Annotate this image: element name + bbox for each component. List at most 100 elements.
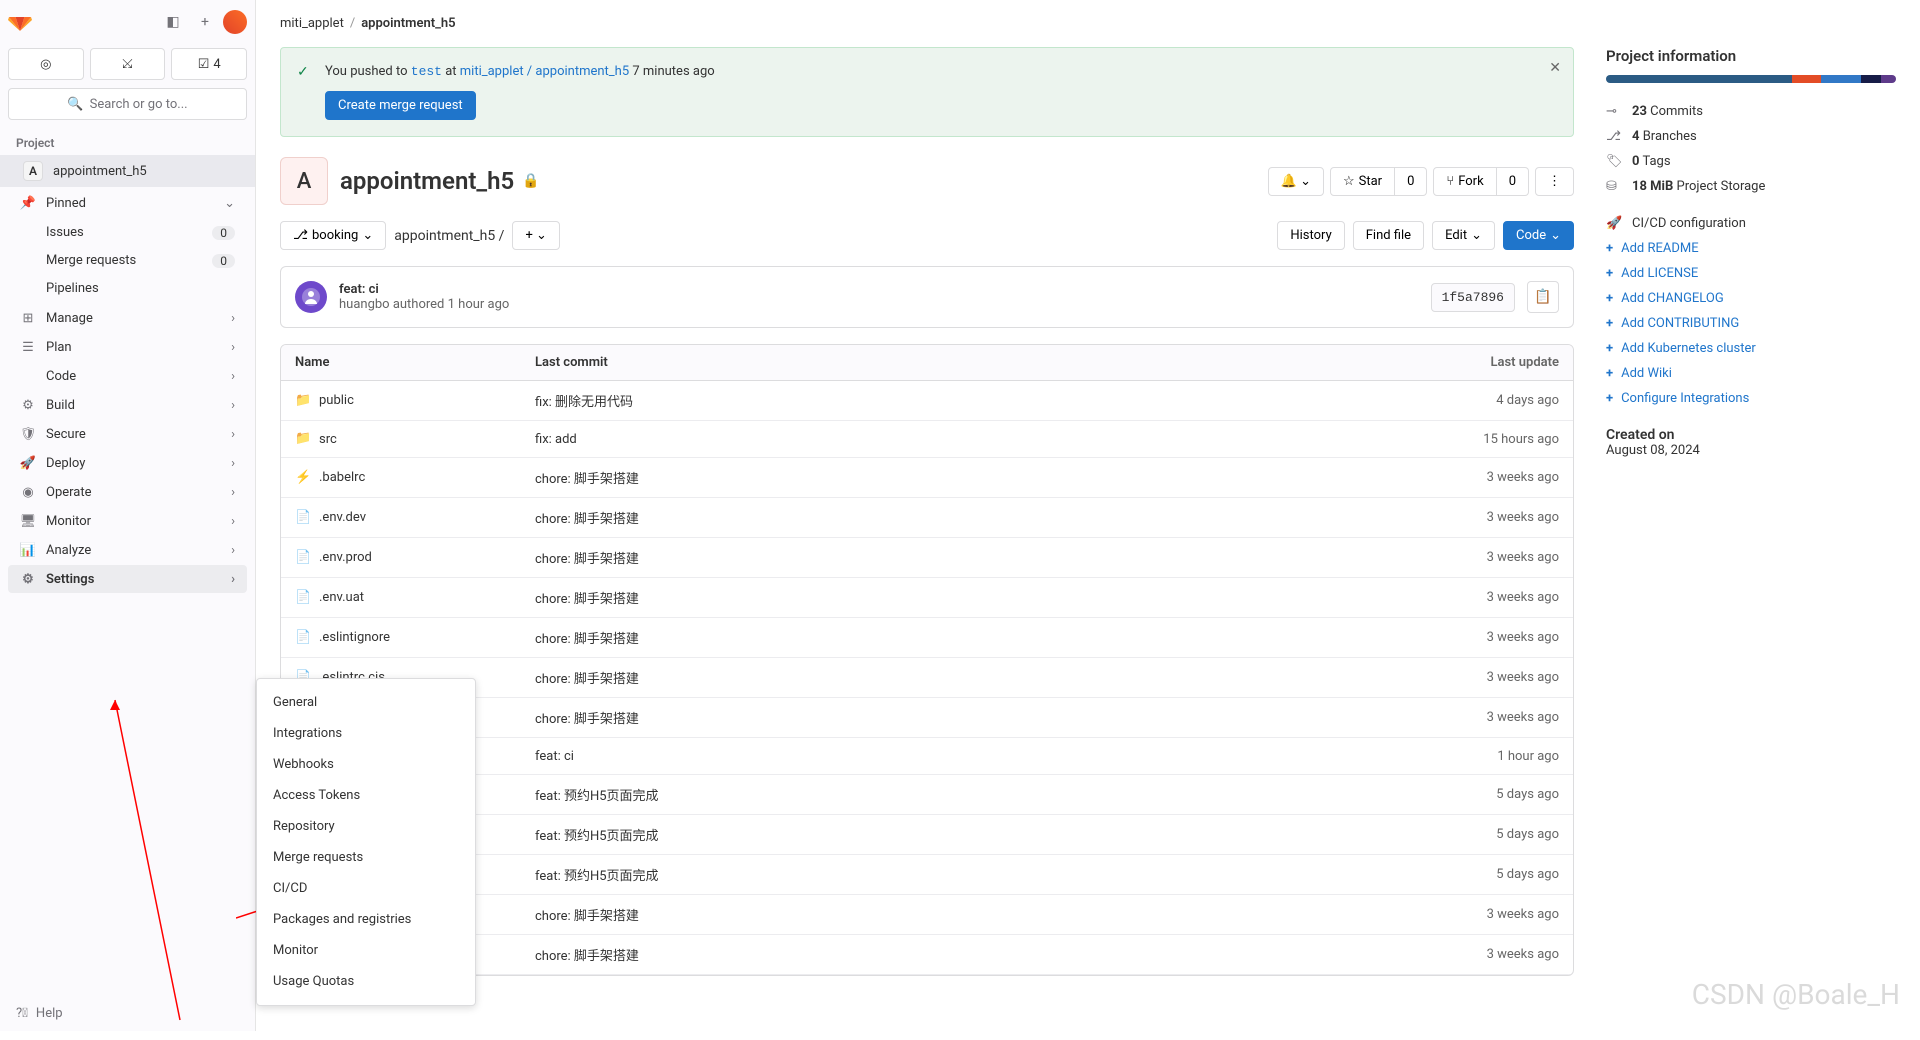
nav-item-plan[interactable]: ☰Plan›: [8, 333, 247, 361]
commit-author-avatar[interactable]: [295, 281, 327, 313]
create-new-icon[interactable]: +: [191, 8, 219, 36]
close-icon[interactable]: ✕: [1549, 60, 1561, 76]
file-commit[interactable]: chore: 脚手架搭建: [535, 945, 1439, 964]
todos-shortcut[interactable]: ☑ 4: [171, 48, 247, 80]
file-commit[interactable]: chore: 脚手架搭建: [535, 708, 1439, 727]
more-actions-button[interactable]: ⋮: [1535, 167, 1574, 196]
nav-item-secure[interactable]: 🛡Secure›: [8, 420, 247, 448]
file-name: .eslintignore: [319, 630, 390, 645]
file-row[interactable]: 📄.env.prodchore: 脚手架搭建3 weeks ago: [281, 538, 1573, 578]
branch-selector[interactable]: ⎇ booking ⌄: [280, 221, 386, 250]
nav-item-deploy[interactable]: 🚀Deploy›: [8, 449, 247, 477]
alert-text: You pushed to test at miti_applet / appo…: [325, 64, 1557, 79]
commits-link[interactable]: ⊸23 Commits: [1606, 99, 1896, 124]
gitlab-logo[interactable]: [8, 10, 32, 34]
pinned-item[interactable]: Issues0: [8, 219, 247, 246]
file-commit[interactable]: chore: 脚手架搭建: [535, 468, 1439, 487]
file-commit[interactable]: feat: ci: [535, 749, 1439, 764]
file-commit[interactable]: fix: add: [535, 432, 1439, 447]
submenu-item[interactable]: Webhooks: [257, 749, 475, 780]
add-link[interactable]: +Add Wiki: [1606, 361, 1896, 386]
submenu-item[interactable]: CI/CD: [257, 873, 475, 904]
search-input[interactable]: 🔍 Search or go to...: [8, 88, 247, 120]
fork-count[interactable]: 0: [1497, 167, 1529, 196]
file-commit[interactable]: chore: 脚手架搭建: [535, 668, 1439, 687]
file-row[interactable]: 📄.env.uatchore: 脚手架搭建3 weeks ago: [281, 578, 1573, 618]
issues-shortcut[interactable]: ◎: [8, 48, 84, 80]
pinned-header[interactable]: 📌 Pinned ⌄: [8, 189, 247, 217]
nav-item-build[interactable]: ⚙Build›: [8, 391, 247, 419]
fork-button[interactable]: ⑂ Fork: [1433, 167, 1496, 196]
submenu-item[interactable]: Access Tokens: [257, 780, 475, 811]
nav-item-monitor[interactable]: 🖥Monitor›: [8, 507, 247, 535]
star-button[interactable]: ☆ Star: [1330, 167, 1395, 196]
file-commit[interactable]: chore: 脚手架搭建: [535, 628, 1439, 647]
breadcrumb-current[interactable]: appointment_h5: [361, 16, 455, 31]
user-avatar[interactable]: [223, 10, 247, 34]
storage-info[interactable]: ⛁18 MiB Project Storage: [1606, 174, 1896, 199]
nav-icon: ⚙: [20, 397, 36, 413]
plus-icon: +: [1606, 391, 1613, 406]
file-commit[interactable]: fix: 删除无用代码: [535, 391, 1439, 410]
create-merge-request-button[interactable]: Create merge request: [325, 91, 476, 120]
file-commit[interactable]: chore: 脚手架搭建: [535, 508, 1439, 527]
submenu-item[interactable]: Monitor: [257, 935, 475, 966]
file-row[interactable]: 📄.env.devchore: 脚手架搭建3 weeks ago: [281, 498, 1573, 538]
alert-project-link[interactable]: miti_applet / appointment_h5: [460, 64, 629, 79]
merge-requests-shortcut[interactable]: ⤩: [90, 48, 166, 80]
sidebar-collapse-icon[interactable]: ◧: [159, 8, 187, 36]
submenu-item[interactable]: General: [257, 687, 475, 718]
nav-item-analyze[interactable]: 📊Analyze›: [8, 536, 247, 564]
tags-link[interactable]: 🏷0 Tags: [1606, 149, 1896, 174]
nav-label: Secure: [46, 427, 86, 442]
find-file-button[interactable]: Find file: [1353, 221, 1424, 250]
submenu-item[interactable]: Integrations: [257, 718, 475, 749]
add-link[interactable]: +Add CONTRIBUTING: [1606, 311, 1896, 336]
help-link[interactable]: ?⃝ Help: [0, 996, 255, 1031]
pinned-item[interactable]: Merge requests0: [8, 247, 247, 274]
code-button[interactable]: Code ⌄: [1503, 221, 1574, 250]
file-update: 5 days ago: [1439, 787, 1559, 802]
submenu-item[interactable]: Merge requests: [257, 842, 475, 873]
file-commit[interactable]: feat: 预约H5页面完成: [535, 865, 1439, 884]
file-commit[interactable]: feat: 预约H5页面完成: [535, 785, 1439, 804]
add-link[interactable]: +Add LICENSE: [1606, 261, 1896, 286]
file-commit[interactable]: chore: 脚手架搭建: [535, 588, 1439, 607]
file-commit[interactable]: chore: 脚手架搭建: [535, 548, 1439, 567]
edit-button[interactable]: Edit ⌄: [1432, 221, 1495, 250]
nav-item-code[interactable]: Code›: [8, 362, 247, 390]
add-file-button[interactable]: + ⌄: [512, 221, 560, 250]
file-commit[interactable]: feat: 预约H5页面完成: [535, 825, 1439, 844]
nav-item-manage[interactable]: ⊞Manage›: [8, 304, 247, 332]
copy-sha-button[interactable]: 📋: [1527, 281, 1559, 313]
pinned-item[interactable]: Pipelines: [8, 275, 247, 302]
file-commit[interactable]: chore: 脚手架搭建: [535, 905, 1439, 924]
cicd-config-link[interactable]: 🚀CI/CD configuration: [1606, 211, 1896, 236]
nav-item-settings[interactable]: ⚙Settings›: [8, 565, 247, 593]
branches-link[interactable]: ⎇4 Branches: [1606, 124, 1896, 149]
commit-sha[interactable]: 1f5a7896: [1431, 283, 1515, 312]
col-update-header: Last update: [1439, 355, 1559, 370]
file-row[interactable]: 📁srcfix: add15 hours ago: [281, 421, 1573, 458]
check-circle-icon: ✓: [297, 64, 313, 80]
nav-item-operate[interactable]: ◉Operate›: [8, 478, 247, 506]
file-row[interactable]: ⚡.babelrcchore: 脚手架搭建3 weeks ago: [281, 458, 1573, 498]
add-link-label: Add Kubernetes cluster: [1621, 341, 1756, 356]
file-row[interactable]: 📁publicfix: 删除无用代码4 days ago: [281, 381, 1573, 421]
file-row[interactable]: 📄.eslintignorechore: 脚手架搭建3 weeks ago: [281, 618, 1573, 658]
language-bar[interactable]: [1606, 75, 1896, 83]
branch-icon: ⎇: [1606, 129, 1622, 144]
submenu-item[interactable]: Usage Quotas: [257, 966, 475, 997]
add-link[interactable]: +Add CHANGELOG: [1606, 286, 1896, 311]
add-link[interactable]: +Add Kubernetes cluster: [1606, 336, 1896, 361]
add-link[interactable]: +Configure Integrations: [1606, 386, 1896, 411]
commit-title[interactable]: feat: ci: [339, 282, 1419, 297]
notifications-button[interactable]: 🔔 ⌄: [1268, 167, 1324, 196]
submenu-item[interactable]: Packages and registries: [257, 904, 475, 935]
breadcrumb-parent[interactable]: miti_applet: [280, 16, 344, 31]
project-nav-item[interactable]: A appointment_h5: [0, 155, 255, 187]
history-button[interactable]: History: [1277, 221, 1344, 250]
add-link[interactable]: +Add README: [1606, 236, 1896, 261]
star-count[interactable]: 0: [1395, 167, 1427, 196]
submenu-item[interactable]: Repository: [257, 811, 475, 842]
